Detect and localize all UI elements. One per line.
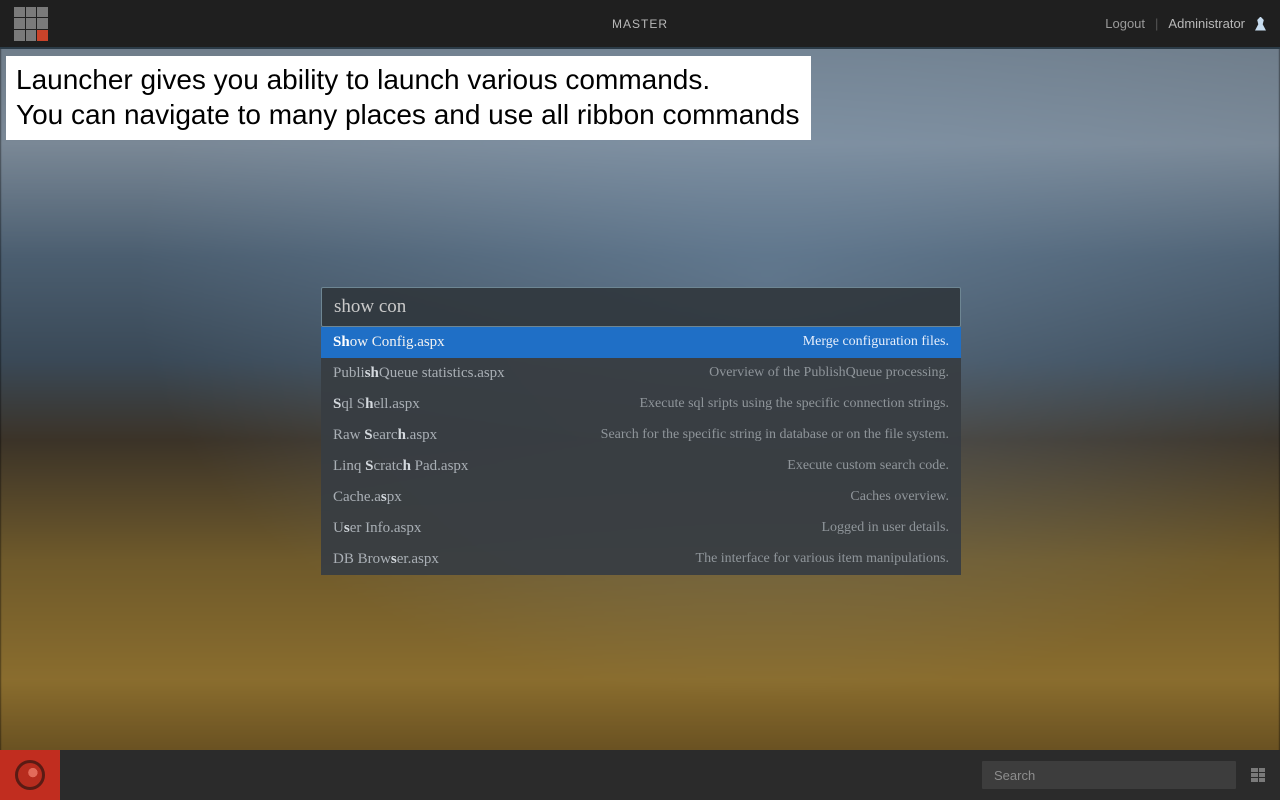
grip-icon [1251,768,1265,782]
launcher-item-name: Linq Scratch Pad.aspx [333,458,468,475]
launcher-item[interactable]: Cache.aspx Caches overview. [321,482,961,513]
launcher-input[interactable] [334,296,948,318]
launcher-item[interactable]: Linq Scratch Pad.aspx Execute custom sear… [321,451,961,482]
launcher-item-desc: Search for the specific string in databa… [601,427,949,443]
divider: | [1155,16,1158,31]
logout-link[interactable]: Logout [1105,16,1145,31]
launcher-item-desc: Execute custom search code. [787,458,949,474]
callout-line-1: Launcher gives you ability to launch var… [16,62,799,97]
options-button[interactable] [1236,750,1280,800]
launcher-item-name: PublishQueue statistics.aspx [333,365,505,382]
launcher-item[interactable]: DB Browser.aspx The interface for various… [321,544,961,575]
launcher-input-wrap [321,287,961,327]
launcher-panel: Show Config.aspx Merge configuration file… [321,287,961,575]
launcher-item-desc: Caches overview. [850,489,949,505]
launcher-item-name: Sql Shell.aspx [333,396,420,413]
launcher-item-name: User Info.aspx [333,520,421,537]
launcher-item[interactable]: Show Config.aspx Merge configuration file… [321,327,961,358]
launcher-item-desc: Execute sql sripts using the specific co… [640,396,950,412]
launcher-item-desc: Overview of the PublishQueue processing. [709,365,949,381]
launcher-item-desc: Merge configuration files. [803,334,949,350]
info-callout: Launcher gives you ability to launch var… [6,56,811,140]
launcher-item-name: Show Config.aspx [333,334,445,351]
launcher-item[interactable]: Raw Search.aspx Search for the specific s… [321,420,961,451]
launcher-results: Show Config.aspx Merge configuration file… [321,327,961,575]
launcher-item-desc: Logged in user details. [821,520,949,536]
user-name[interactable]: Administrator [1168,16,1245,31]
launcher-item[interactable]: PublishQueue statistics.aspx Overview of … [321,358,961,389]
top-right-controls: Logout | Administrator [1105,16,1266,31]
launcher-item[interactable]: User Info.aspx Logged in user details. [321,513,961,544]
launcher-item-name: DB Browser.aspx [333,551,439,568]
sitecore-icon [15,760,45,790]
top-bar: MASTER Logout | Administrator [0,0,1280,49]
database-title: MASTER [612,17,668,31]
launcher-item-desc: The interface for various item manipulat… [696,551,949,567]
start-button[interactable] [0,750,60,800]
search-input[interactable] [982,761,1236,789]
bottom-bar [0,750,1280,800]
user-icon [1255,17,1266,31]
launcher-item-name: Cache.aspx [333,489,402,506]
launcher-item-name: Raw Search.aspx [333,427,437,444]
app-logo-icon[interactable] [14,7,48,41]
launcher-item[interactable]: Sql Shell.aspx Execute sql sripts using t… [321,389,961,420]
callout-line-2: You can navigate to many places and use … [16,97,799,132]
